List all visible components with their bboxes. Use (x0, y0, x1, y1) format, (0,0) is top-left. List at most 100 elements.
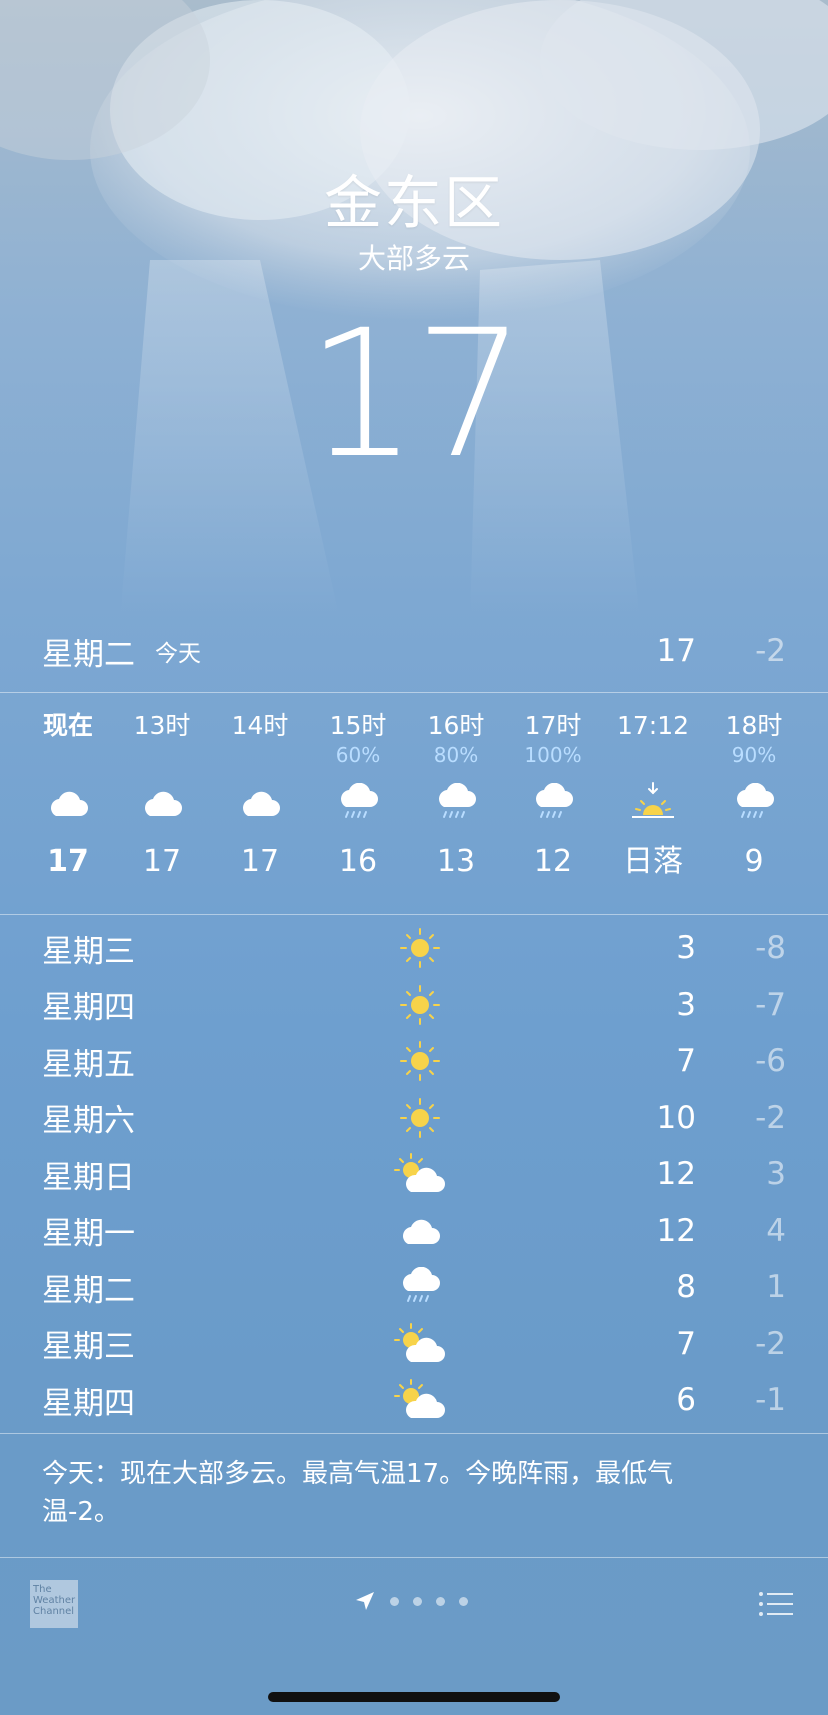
hour-temp: 12 (533, 844, 573, 879)
today-high: 17 (656, 633, 696, 669)
daily-day: 星期二 (42, 1272, 135, 1309)
daily-low: -2 (755, 1099, 786, 1136)
city-name: 金东区 (323, 169, 504, 237)
daily-low: -2 (755, 1325, 786, 1362)
hour-temp: 13 (436, 844, 476, 879)
hour-precip (210, 742, 310, 768)
daily-day: 星期日 (42, 1159, 135, 1196)
today-row: 星期二 今天 17 -2 (42, 628, 786, 674)
daily-day: 星期五 (42, 1046, 135, 1083)
today-low: -2 (755, 633, 786, 669)
daily-low: 4 (766, 1212, 786, 1249)
daily-row: 星期一 12 4 (42, 1203, 786, 1260)
hour-time: 16时 (427, 711, 485, 740)
page-dot (390, 1596, 399, 1606)
hour-precip: 100% (524, 743, 582, 767)
hour-temp: 17 (47, 844, 89, 879)
list-icon[interactable] (758, 1590, 794, 1618)
sun-icon (390, 977, 450, 1033)
hour-temp: 日落 (623, 844, 683, 879)
hour-temp: 9 (744, 844, 764, 879)
cloud-icon (112, 768, 212, 838)
bottom-toolbar: The Weather Channel (0, 1560, 828, 1650)
daily-high: 7 (676, 1325, 696, 1362)
hour-item: 13时 17 (112, 692, 212, 882)
daily-row: 星期四 6 -1 (42, 1372, 786, 1429)
daily-low: 3 (766, 1156, 786, 1193)
rain-cloud-icon (704, 768, 804, 838)
hour-precip (112, 742, 212, 768)
daily-high: 6 (676, 1382, 696, 1419)
hour-item: 16时 80% 13 (406, 692, 506, 882)
daily-low: -7 (755, 986, 786, 1023)
sun-icon (390, 920, 450, 976)
hourly-forecast[interactable]: 现在 17 13时 17 14时 17 15时 60% 16 16时 80% 1… (0, 692, 828, 914)
hour-item: 18时 90% 9 (704, 692, 804, 882)
location-header: 金东区 大部多云 17 (0, 168, 828, 490)
daily-low: -8 (755, 930, 786, 967)
daily-high: 7 (676, 1043, 696, 1080)
daily-high: 3 (676, 930, 696, 967)
rain-cloud-icon (390, 1259, 450, 1315)
partly-cloudy-icon (390, 1372, 450, 1428)
daily-high: 3 (676, 986, 696, 1023)
cloud-icon (390, 1203, 450, 1259)
forecast-summary: 今天：现在大部多云。最高气温17。今晚阵雨，最低气温-2。 (42, 1459, 674, 1527)
partly-cloudy-icon (390, 1146, 450, 1202)
hour-item: 现在 17 (18, 692, 118, 882)
divider (0, 1557, 828, 1558)
hour-precip: 80% (433, 743, 479, 767)
hour-time: 现在 (42, 711, 93, 740)
daily-day: 星期四 (42, 990, 135, 1027)
hour-item: 17:12 日落 (603, 692, 703, 882)
daily-forecast: 星期三 3 -8 星期四 3 -7 星期五 7 -6 星期六 10 -2 星期日… (42, 920, 786, 1429)
hour-temp: 17 (142, 844, 182, 879)
daily-day: 星期四 (42, 1385, 135, 1422)
hour-time: 17时 (524, 711, 582, 740)
daily-high: 10 (656, 1099, 696, 1136)
hour-precip: 90% (731, 743, 777, 767)
location-arrow-icon (356, 1592, 374, 1610)
page-dot (459, 1596, 468, 1606)
hour-time: 18时 (725, 711, 783, 740)
daily-low: 1 (766, 1269, 786, 1306)
partly-cloudy-icon (390, 1316, 450, 1372)
daily-row: 星期四 3 -7 (42, 977, 786, 1034)
rain-cloud-icon (406, 768, 506, 838)
hour-temp: 16 (338, 844, 378, 879)
hour-time: 13时 (133, 711, 191, 740)
page-indicator[interactable] (354, 1590, 468, 1612)
sun-icon (390, 1033, 450, 1089)
daily-high: 12 (656, 1212, 696, 1249)
daily-high: 8 (676, 1269, 696, 1306)
daily-row: 星期五 7 -6 (42, 1033, 786, 1090)
cloud-icon (210, 768, 310, 838)
hour-precip (18, 742, 118, 768)
weather-channel-logo[interactable]: The Weather Channel (30, 1580, 78, 1628)
daily-row: 星期二 8 1 (42, 1259, 786, 1316)
current-temperature: 17 (306, 292, 526, 497)
daily-day: 星期三 (42, 1329, 135, 1366)
daily-row: 星期日 12 3 (42, 1146, 786, 1203)
today-label: 今天 (155, 641, 201, 667)
rain-cloud-icon (503, 768, 603, 838)
hour-temp: 17 (240, 844, 280, 879)
home-indicator[interactable] (268, 1692, 560, 1702)
hour-item: 17时 100% 12 (503, 692, 603, 882)
sunset-icon (603, 768, 703, 838)
current-condition: 大部多云 (357, 242, 470, 275)
hour-item: 15时 60% 16 (308, 692, 408, 882)
daily-row: 星期六 10 -2 (42, 1090, 786, 1147)
daily-low: -6 (755, 1043, 786, 1080)
daily-row: 星期三 7 -2 (42, 1316, 786, 1373)
hour-time: 15时 (329, 711, 387, 740)
cloud-icon (18, 768, 118, 838)
page-dot (436, 1596, 445, 1606)
today-day: 星期二 (42, 636, 135, 673)
daily-high: 12 (656, 1156, 696, 1193)
daily-low: -1 (755, 1382, 786, 1419)
daily-row: 星期三 3 -8 (42, 920, 786, 977)
page-dot (413, 1596, 422, 1606)
hour-item: 14时 17 (210, 692, 310, 882)
divider (0, 1433, 828, 1434)
